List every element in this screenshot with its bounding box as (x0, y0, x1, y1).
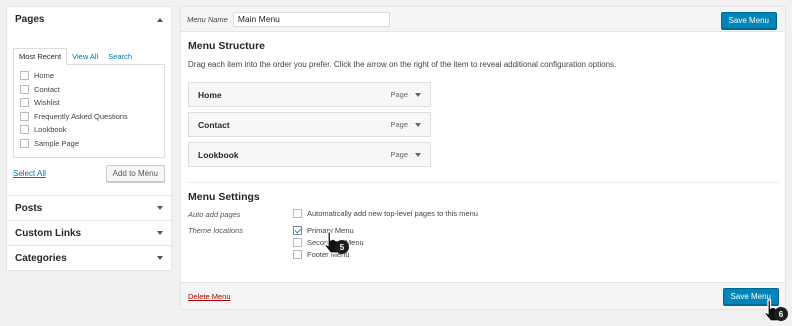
categories-panel[interactable]: Categories (6, 246, 172, 271)
panel-title: Posts (15, 202, 43, 214)
menu-item-lookbook[interactable]: Lookbook Page (188, 142, 431, 167)
menu-item-type: Page (390, 150, 408, 159)
page-option-label: Wishlist (34, 98, 60, 108)
pages-panel-title: Pages (15, 14, 45, 25)
auto-add-option[interactable]: Automatically add new top-level pages to… (293, 209, 478, 218)
menu-item-meta: Page (390, 150, 421, 159)
menu-item-title: Contact (198, 119, 230, 130)
pages-panel: Pages Most Recent View All Search Home C… (6, 6, 172, 196)
step-6-cursor: 6 (762, 298, 788, 326)
save-menu-button-top[interactable]: Save Menu (720, 12, 777, 29)
menu-item-title: Lookbook (198, 149, 239, 160)
tab-most-recent[interactable]: Most Recent (13, 48, 68, 65)
checkbox[interactable] (20, 138, 29, 148)
posts-panel[interactable]: Posts (6, 196, 172, 221)
menu-item-meta: Page (390, 120, 421, 129)
theme-locations-label: Theme locations (188, 226, 244, 235)
menu-footer: Delete Menu Save Menu (181, 282, 785, 309)
tab-search[interactable]: Search (103, 49, 137, 64)
add-to-menu-button[interactable]: Add to Menu (105, 165, 165, 182)
menu-structure-instructions: Drag each item into the order you prefer… (188, 60, 617, 69)
expand-arrow-icon[interactable] (157, 231, 163, 235)
page-option-lookbook[interactable]: Lookbook (20, 123, 158, 137)
checkbox[interactable] (20, 71, 29, 81)
expand-arrow-icon[interactable] (157, 256, 163, 260)
panel-title: Custom Links (15, 227, 82, 239)
menu-structure-title: Menu Structure (188, 40, 266, 52)
pages-panel-body: Most Recent View All Search Home Contact… (7, 32, 171, 195)
custom-links-panel[interactable]: Custom Links (6, 221, 172, 246)
footer-menu-checkbox[interactable] (293, 250, 302, 259)
page-option-label: Home (34, 71, 55, 81)
auto-add-text: Automatically add new top-level pages to… (307, 209, 478, 218)
menu-item-contact[interactable]: Contact Page (188, 112, 431, 137)
sidebar: Pages Most Recent View All Search Home C… (6, 6, 172, 271)
menu-item-title: Home (198, 89, 222, 100)
page-option-label: Lookbook (34, 125, 67, 135)
item-expand-arrow-icon[interactable] (415, 92, 421, 97)
step-5-cursor: 5 (322, 230, 349, 259)
panel-title: Categories (15, 252, 67, 264)
menu-header: Menu Name (181, 7, 785, 32)
page-option-faq[interactable]: Frequently Asked Questions (20, 110, 158, 124)
page-option-label: Sample Page (34, 138, 80, 148)
page-option-wishlist[interactable]: Wishlist (20, 96, 158, 110)
pages-checklist: Home Contact Wishlist Frequently Asked Q… (13, 64, 165, 158)
item-expand-arrow-icon[interactable] (415, 152, 421, 157)
menu-settings-title: Menu Settings (188, 191, 260, 203)
page-option-sample-page[interactable]: Sample Page (20, 137, 158, 151)
page-option-home[interactable]: Home (20, 69, 158, 83)
step-5-badge: 5 (335, 240, 349, 254)
tab-view-all[interactable]: View All (67, 49, 103, 64)
pages-panel-header[interactable]: Pages (7, 7, 171, 32)
auto-add-label: Auto add pages (188, 210, 241, 219)
delete-menu-link[interactable]: Delete Menu (188, 292, 231, 301)
collapse-arrow-icon[interactable] (157, 17, 163, 22)
menu-item-type: Page (390, 120, 408, 129)
menu-item-meta: Page (390, 90, 421, 99)
item-expand-arrow-icon[interactable] (415, 122, 421, 127)
step-6-badge: 6 (774, 307, 788, 321)
expand-arrow-icon[interactable] (157, 206, 163, 210)
primary-menu-checkbox[interactable] (293, 226, 302, 235)
menu-name-input[interactable] (232, 11, 390, 27)
page-option-label: Contact (34, 84, 60, 94)
pages-tabs: Most Recent View All Search (13, 46, 165, 65)
section-divider (187, 182, 779, 183)
menu-name-label: Menu Name (187, 14, 228, 24)
secondary-menu-checkbox[interactable] (293, 238, 302, 247)
menu-item-home[interactable]: Home Page (188, 82, 431, 107)
menu-editor: Menu Name Save Menu Menu Structure Drag … (180, 6, 786, 310)
page-option-contact[interactable]: Contact (20, 83, 158, 97)
checkbox[interactable] (20, 98, 29, 108)
checkbox[interactable] (20, 84, 29, 94)
menu-item-type: Page (390, 90, 408, 99)
page-option-label: Frequently Asked Questions (34, 111, 128, 121)
select-all-link[interactable]: Select All (13, 169, 46, 178)
pages-actions: Select All Add to Menu (13, 165, 165, 182)
checkbox[interactable] (20, 111, 29, 121)
checkbox[interactable] (20, 125, 29, 135)
auto-add-checkbox[interactable] (293, 209, 302, 218)
